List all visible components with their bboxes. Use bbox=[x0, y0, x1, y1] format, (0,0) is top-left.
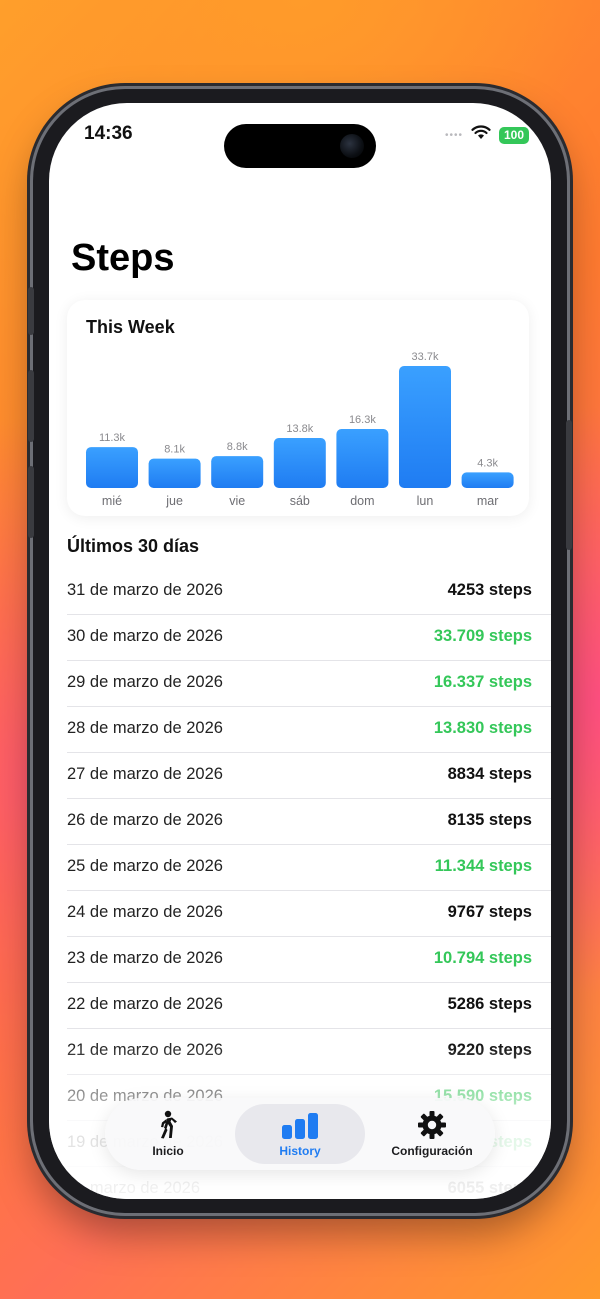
tab-history-label: History bbox=[279, 1144, 321, 1158]
wifi-icon bbox=[471, 125, 491, 145]
history-date: 29 de marzo de 2026 bbox=[67, 673, 223, 691]
history-section-title: Últimos 30 días bbox=[67, 536, 200, 556]
history-steps: 8135 steps bbox=[447, 811, 532, 829]
week-chart-card: This Week 11.3k mié 8.1k jue 8.8k vie 13.8k sáb… bbox=[67, 300, 529, 516]
bar-value-label: 33.7k bbox=[412, 351, 439, 363]
history-date: 23 de marzo de 2026 bbox=[67, 949, 223, 967]
camera-icon bbox=[340, 134, 364, 158]
history-steps: 9220 steps bbox=[447, 1041, 532, 1059]
chart-bar bbox=[211, 456, 264, 488]
chart-bar bbox=[148, 458, 201, 488]
walking-person-icon bbox=[156, 1110, 180, 1145]
history-date: 28 de marzo de 2026 bbox=[67, 719, 223, 737]
bar-category-label: mié bbox=[102, 494, 122, 508]
app-screen: 14:36 •••• 100 Steps This Week 11.3k mié 8… bbox=[49, 103, 551, 1199]
history-steps: 16.337 steps bbox=[433, 673, 532, 691]
history-steps: 8834 steps bbox=[447, 765, 532, 783]
status-indicators: •••• 100 bbox=[445, 125, 529, 145]
history-date: 21 de marzo de 2026 bbox=[67, 1041, 223, 1059]
history-steps: 5286 steps bbox=[447, 995, 532, 1013]
tab-configuracion-label: Configuración bbox=[391, 1144, 473, 1158]
history-row: 30 de marzo de 2026 33.709 steps bbox=[67, 615, 551, 661]
bar-value-label: 8.1k bbox=[164, 444, 185, 456]
history-row: 28 de marzo de 2026 13.830 steps bbox=[67, 707, 551, 753]
history-steps: 10.794 steps bbox=[433, 949, 532, 967]
power-button bbox=[566, 420, 572, 550]
gear-icon bbox=[417, 1110, 447, 1145]
bar-value-label: 4.3k bbox=[477, 457, 498, 469]
history-steps: steps bbox=[488, 1133, 532, 1151]
bar-category-label: lun bbox=[417, 494, 434, 508]
history-steps: 33.709 steps bbox=[433, 627, 532, 645]
history-row: 27 de marzo de 2026 8834 steps bbox=[67, 753, 551, 799]
page-title: Steps bbox=[71, 237, 175, 279]
history-date: 24 de marzo de 2026 bbox=[67, 903, 223, 921]
bar-value-label: 16.3k bbox=[349, 414, 376, 426]
bar-category-label: mar bbox=[477, 494, 499, 508]
chart-bar bbox=[336, 428, 389, 488]
week-bar-chart: 11.3k mié 8.1k jue 8.8k vie 13.8k sáb 16.3k dom 33… bbox=[86, 351, 514, 508]
history-date: 30 de marzo de 2026 bbox=[67, 627, 223, 645]
bar-value-label: 13.8k bbox=[286, 423, 313, 435]
history-steps: 11.344 steps bbox=[434, 857, 532, 875]
bar-category-label: jue bbox=[165, 494, 183, 508]
history-row: 29 de marzo de 2026 16.337 steps bbox=[67, 661, 551, 707]
signal-dots-icon: •••• bbox=[444, 129, 463, 141]
tab-configuracion[interactable]: Configuración bbox=[369, 1098, 495, 1170]
bar-category-label: vie bbox=[229, 494, 245, 508]
history-steps: 9767 steps bbox=[447, 903, 532, 921]
tab-inicio[interactable]: Inicio bbox=[105, 1098, 231, 1170]
history-row: de marzo de 2026 6055 steps bbox=[67, 1167, 551, 1199]
tab-bar: Inicio History Configuración bbox=[105, 1098, 495, 1170]
chart-bar bbox=[399, 366, 451, 488]
history-date: 25 de marzo de 2026 bbox=[67, 857, 223, 875]
volume-down-button bbox=[28, 466, 34, 538]
chart-bar bbox=[461, 472, 514, 488]
tab-inicio-label: Inicio bbox=[152, 1144, 184, 1158]
history-row: 31 de marzo de 2026 4253 steps bbox=[67, 569, 551, 615]
history-row: 26 de marzo de 2026 8135 steps bbox=[67, 799, 551, 845]
battery-indicator: 100 bbox=[498, 126, 529, 144]
chart-bar bbox=[273, 438, 326, 488]
history-row: 25 de marzo de 2026 11.344 steps bbox=[67, 845, 551, 891]
bar-category-label: sáb bbox=[290, 494, 310, 508]
history-date: 31 de marzo de 2026 bbox=[67, 581, 223, 599]
history-date: 26 de marzo de 2026 bbox=[67, 811, 223, 829]
tab-history[interactable]: History bbox=[231, 1098, 369, 1170]
history-date: 22 de marzo de 2026 bbox=[67, 995, 223, 1013]
bar-category-label: dom bbox=[350, 494, 374, 508]
bar-chart-icon bbox=[281, 1112, 319, 1145]
bar-value-label: 11.3k bbox=[99, 432, 126, 444]
bar-value-label: 8.8k bbox=[227, 441, 248, 453]
history-steps: 6055 steps bbox=[447, 1179, 532, 1197]
history-date: 27 de marzo de 2026 bbox=[67, 765, 223, 783]
history-row: 22 de marzo de 2026 5286 steps bbox=[67, 983, 551, 1029]
volume-up-button bbox=[28, 370, 34, 442]
history-row: 21 de marzo de 2026 9220 steps bbox=[67, 1029, 551, 1075]
history-steps: 4253 steps bbox=[447, 581, 532, 599]
history-row: 23 de marzo de 2026 10.794 steps bbox=[67, 937, 551, 983]
chart-bar bbox=[86, 447, 138, 488]
history-date: de marzo de 2026 bbox=[67, 1179, 201, 1197]
status-time: 14:36 bbox=[84, 123, 133, 144]
history-steps: 13.830 steps bbox=[433, 719, 532, 737]
action-button bbox=[28, 287, 34, 335]
dynamic-island bbox=[224, 124, 376, 168]
history-row: 24 de marzo de 2026 9767 steps bbox=[67, 891, 551, 937]
